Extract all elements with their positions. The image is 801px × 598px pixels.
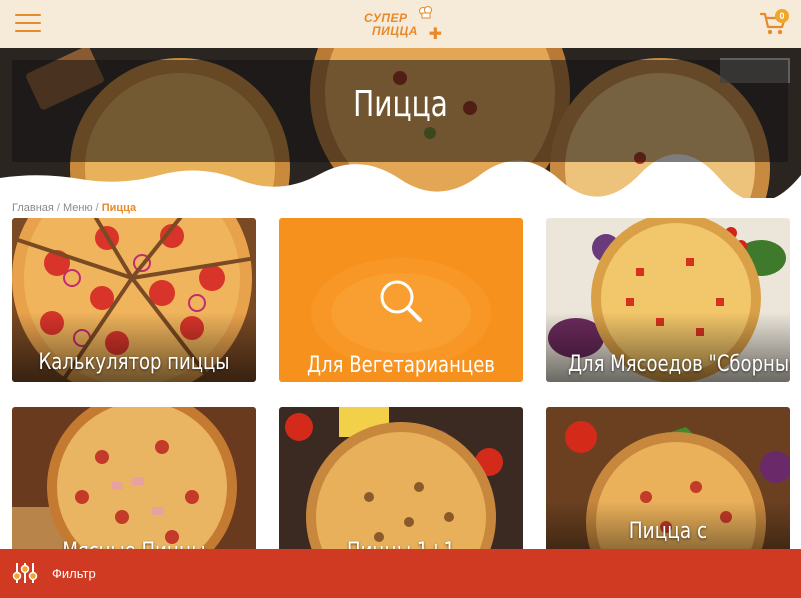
breadcrumb: Главная / Меню / Пицца: [12, 202, 136, 214]
top-header: СУПЕР ПИЦЦА ✚ 0: [0, 0, 801, 48]
filter-label: Фильтр: [52, 566, 96, 581]
category-label: Калькулятор пиццы: [38, 350, 230, 375]
breadcrumb-home-link[interactable]: Главная: [12, 202, 54, 214]
category-card-vegetarian[interactable]: Для Вегетарианцев: [279, 218, 523, 382]
cart-button[interactable]: 0: [759, 9, 790, 38]
filter-bar[interactable]: Фильтр: [0, 549, 801, 598]
category-card-meat-lovers[interactable]: Для Мясоедов "Сборные": [546, 218, 790, 382]
category-card-meat-pizzas[interactable]: Мясные Пиццы: [12, 407, 256, 571]
chef-hat-icon: [419, 6, 432, 19]
breadcrumb-separator: /: [56, 202, 60, 214]
breadcrumb-menu-link[interactable]: Меню: [63, 202, 93, 214]
category-card-pizzas-1plus1[interactable]: Пиццы 1+1: [279, 407, 523, 571]
category-label: Для Мясоедов "Сборные": [567, 352, 790, 377]
hero-banner: Пицца: [0, 48, 801, 198]
category-card-pizza-calculator[interactable]: Калькулятор пиццы: [12, 218, 256, 382]
breadcrumb-current: Пицца: [101, 202, 137, 214]
category-label: Для Вегетарианцев: [307, 353, 495, 378]
logo-line-1: СУПЕР: [364, 11, 408, 25]
logo-line-2: ПИЦЦА: [372, 24, 418, 38]
logo-wordmark: СУПЕР ПИЦЦА: [364, 12, 418, 38]
search-magnifier-icon: [380, 280, 422, 322]
hamburger-menu-icon[interactable]: [15, 13, 41, 33]
logo-plus-icon: ✚: [428, 24, 442, 43]
breadcrumb-separator: /: [95, 202, 99, 214]
category-card-sausage-cheese[interactable]: Пицца с колбасой и сыром: [546, 407, 790, 571]
site-logo[interactable]: СУПЕР ПИЦЦА ✚: [360, 4, 444, 44]
filter-sliders-icon: [12, 563, 38, 583]
page-title: Пицца: [353, 84, 448, 125]
cart-count-badge: 0: [775, 9, 789, 23]
